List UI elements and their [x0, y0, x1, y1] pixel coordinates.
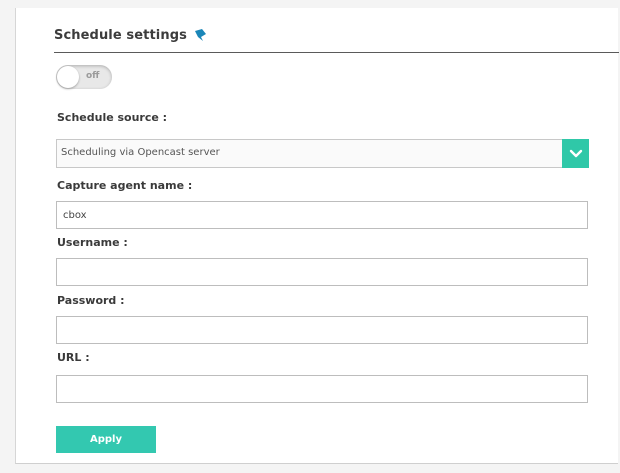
- schedule-settings-panel: Schedule settings off Schedule source : …: [15, 8, 619, 464]
- apply-button[interactable]: Apply: [56, 426, 156, 453]
- capture-agent-input[interactable]: [56, 201, 588, 229]
- username-label: Username :: [57, 236, 128, 249]
- schedule-source-value: Scheduling via Opencast server: [61, 147, 220, 158]
- chevron-down-icon[interactable]: [562, 139, 589, 168]
- schedule-toggle[interactable]: off: [56, 65, 112, 89]
- schedule-source-label: Schedule source :: [57, 111, 168, 124]
- toggle-knob: [57, 66, 79, 88]
- section-title: Schedule settings: [54, 28, 187, 43]
- password-input[interactable]: [56, 316, 588, 344]
- info-icon[interactable]: [193, 27, 207, 41]
- capture-agent-label: Capture agent name :: [57, 179, 193, 192]
- header-divider: [54, 52, 619, 53]
- url-input[interactable]: [56, 375, 588, 403]
- password-label: Password :: [57, 294, 125, 307]
- section-header: Schedule settings: [54, 28, 207, 43]
- url-label: URL :: [57, 351, 90, 364]
- toggle-state-label: off: [86, 71, 100, 81]
- username-input[interactable]: [56, 258, 588, 286]
- schedule-source-select[interactable]: Scheduling via Opencast server: [56, 139, 589, 168]
